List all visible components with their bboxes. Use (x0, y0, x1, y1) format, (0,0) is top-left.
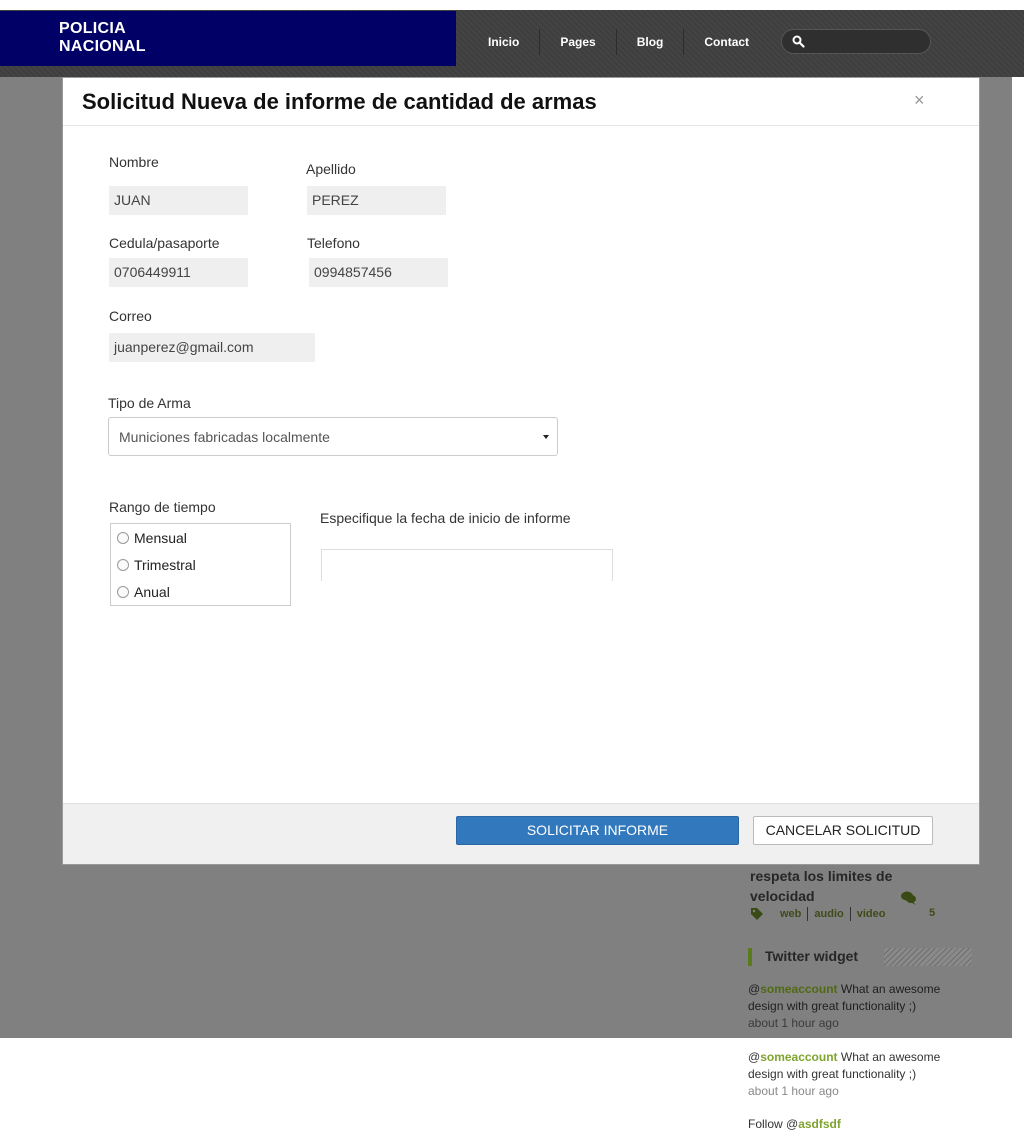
rango-radio-group: Mensual Trimestral Anual (110, 523, 291, 606)
rango-label: Rango de tiempo (109, 499, 216, 515)
twitter-widget-header: Twitter widget (748, 946, 972, 968)
logo-line-2: NACIONAL (59, 38, 146, 55)
tweet-account-link[interactable]: someaccount (760, 1050, 837, 1064)
widget-accent-bar (748, 948, 752, 966)
radio-trimestral[interactable]: Trimestral (117, 557, 196, 573)
follow-link: Follow @asdfsdf (748, 1117, 841, 1131)
nombre-field[interactable]: JUAN (109, 186, 248, 215)
modal-header: Solicitud Nueva de informe de cantidad d… (63, 78, 979, 126)
modal-title: Solicitud Nueva de informe de cantidad d… (82, 89, 597, 114)
tweet: @someaccount What an awesome design with… (748, 981, 958, 1032)
tag-icon (751, 908, 763, 920)
solicitar-informe-button[interactable]: SOLICITAR INFORME (456, 816, 739, 845)
tweet: @someaccount What an awesome design with… (748, 1049, 958, 1100)
nav-contact[interactable]: Contact (684, 29, 769, 55)
apellido-label: Apellido (306, 161, 356, 177)
close-icon[interactable]: × (914, 90, 925, 111)
widget-hatch-decoration (884, 948, 972, 966)
telefono-label: Telefono (307, 235, 360, 251)
radio-anual[interactable]: Anual (117, 584, 170, 600)
radio-label: Trimestral (134, 557, 196, 573)
telefono-field[interactable]: 0994857456 (309, 258, 448, 287)
tweet-account-link[interactable]: someaccount (760, 982, 837, 996)
comment-count[interactable]: 5 (929, 907, 935, 919)
fecha-input[interactable] (321, 549, 613, 581)
radio-mensual[interactable]: Mensual (117, 530, 187, 546)
tweet-at: @ (748, 982, 761, 996)
chevron-down-icon (543, 435, 549, 439)
widget-title: Twitter widget (765, 948, 859, 964)
tweet-at: @ (748, 1050, 761, 1064)
comment-icon (901, 891, 916, 905)
apellido-field[interactable]: PEREZ (307, 186, 446, 215)
modal-footer: SOLICITAR INFORME CANCELAR SOLICITUD (63, 803, 979, 864)
tag-video[interactable]: video (851, 907, 892, 921)
tag-audio[interactable]: audio (808, 907, 851, 921)
post-tags: web audio video (780, 907, 891, 921)
logo-text: POLICIA NACIONAL (59, 20, 189, 56)
cedula-field[interactable]: 0706449911 (109, 258, 248, 287)
radio-icon[interactable] (117, 586, 129, 598)
fecha-label-wrap: Especifique la fecha de inicio de inform… (320, 510, 573, 530)
cancelar-solicitud-button[interactable]: CANCELAR SOLICITUD (753, 816, 933, 845)
site-header: POLICIA NACIONAL Inicio Pages Blog Conta… (0, 0, 1024, 77)
follow-account-link[interactable]: asdfsdf (798, 1117, 841, 1131)
correo-field[interactable]: juanperez@gmail.com (109, 333, 315, 362)
site-logo[interactable]: POLICIA NACIONAL (0, 11, 456, 66)
tweet-time[interactable]: about 1 hour ago (748, 1016, 839, 1030)
nav-inicio[interactable]: Inicio (468, 29, 541, 55)
fecha-label: Especifique la fecha de inicio de inform… (320, 510, 571, 526)
post-title[interactable]: respeta los limites de velocidad (750, 866, 920, 906)
tipo-arma-label: Tipo de Arma (108, 395, 191, 411)
request-modal: Solicitud Nueva de informe de cantidad d… (62, 77, 980, 865)
follow-prefix: Follow @ (748, 1117, 799, 1131)
tweet-time[interactable]: about 1 hour ago (748, 1084, 839, 1098)
header-top-strip (0, 0, 1024, 10)
search-icon (792, 35, 805, 48)
tipo-arma-value: Municiones fabricadas localmente (119, 429, 330, 445)
correo-label: Correo (109, 308, 152, 324)
nombre-label: Nombre (109, 154, 159, 170)
cedula-label: Cedula/pasaporte (109, 235, 220, 251)
radio-icon[interactable] (117, 559, 129, 571)
tipo-arma-select[interactable]: Municiones fabricadas localmente (108, 417, 558, 456)
tag-web[interactable]: web (780, 907, 809, 921)
logo-line-1: POLICIA (59, 20, 126, 37)
nav-blog[interactable]: Blog (617, 29, 685, 55)
search-input[interactable] (781, 29, 931, 54)
radio-icon[interactable] (117, 532, 129, 544)
radio-label: Mensual (134, 530, 187, 546)
radio-label: Anual (134, 584, 170, 600)
nav-pages[interactable]: Pages (540, 29, 617, 55)
main-nav: Inicio Pages Blog Contact (468, 29, 769, 55)
